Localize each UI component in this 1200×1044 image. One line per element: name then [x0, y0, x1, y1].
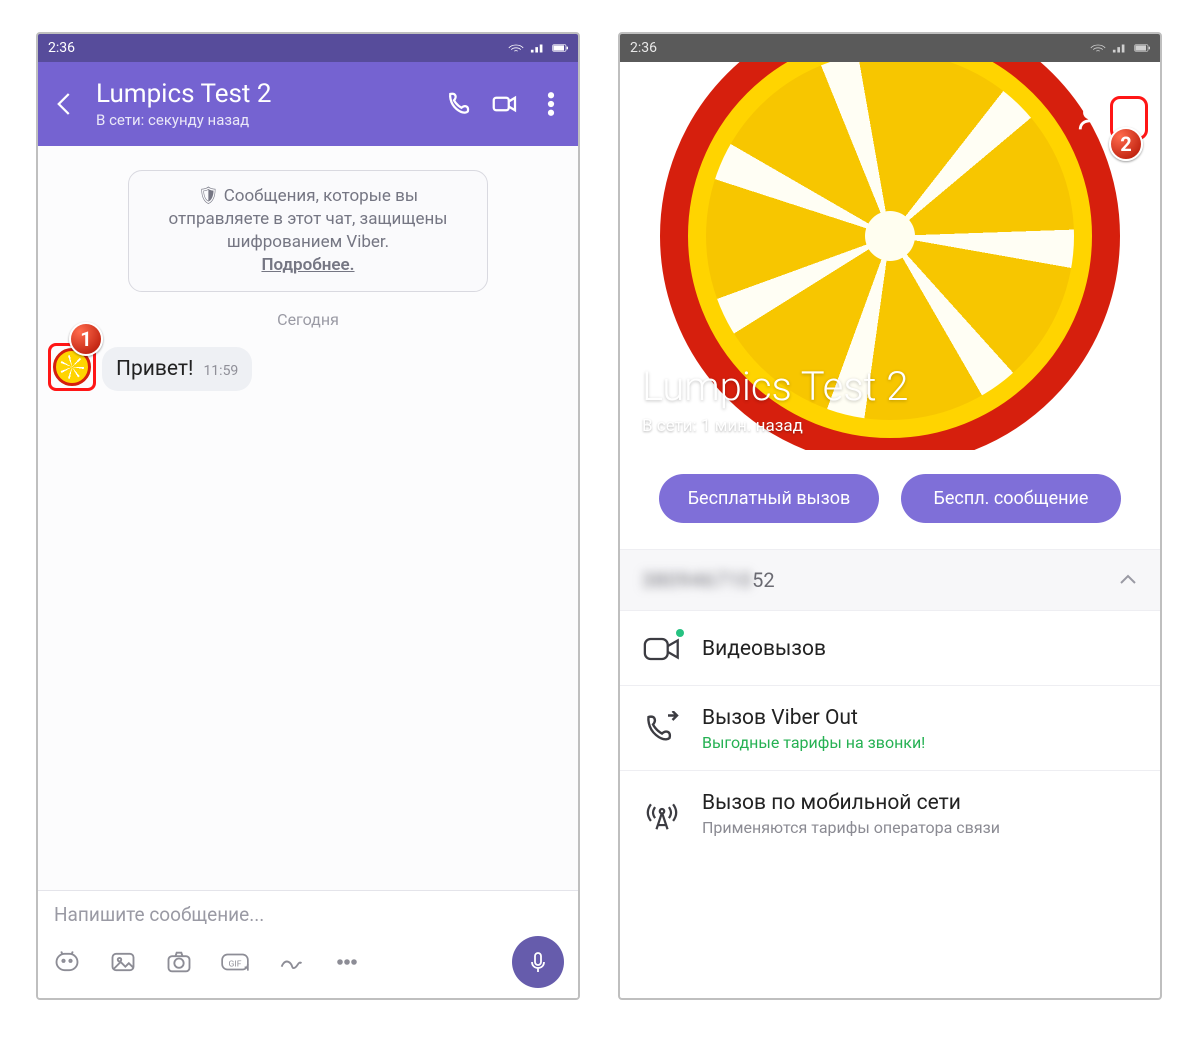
chat-header: Lumpics Test 2 В сети: секунду назад [38, 62, 578, 146]
more-attachments-icon[interactable] [332, 948, 362, 976]
more-menu-button[interactable] [536, 89, 566, 119]
video-call-button[interactable] [490, 89, 520, 119]
date-separator: Сегодня [38, 310, 578, 329]
free-message-button[interactable]: Беспл. сообщение [901, 474, 1121, 523]
sticker-icon[interactable] [52, 948, 82, 976]
contact-name: Lumpics Test 2 [96, 79, 428, 109]
contact-avatar-highlight: 1 [48, 343, 96, 391]
free-call-button[interactable]: Бесплатный вызов [659, 474, 879, 523]
back-button[interactable] [632, 101, 666, 135]
voice-message-button[interactable] [512, 936, 564, 988]
cellular-call-item[interactable]: Вызов по мобильной сети Применяются тари… [620, 771, 1160, 855]
annotation-step-2: 2 [1109, 127, 1143, 161]
profile-name: Lumpics Test 2 [642, 363, 908, 410]
message-bubble[interactable]: Привет! 11:59 [102, 347, 252, 391]
cellular-call-subtitle: Применяются тарифы оператора связи [702, 818, 1000, 837]
camera-icon[interactable] [164, 948, 194, 976]
encryption-notice[interactable]: 🛡 Сообщения, которые вы отправляете в эт… [128, 170, 488, 292]
profile-screen: 2:36 2 Lumpics Test 2 В сети: 1 мин. наз… [618, 32, 1162, 1000]
message-input-bar: Напишите сообщение... GIF [38, 890, 578, 998]
annotation-step-1: 1 [69, 322, 103, 356]
status-time: 2:36 [48, 40, 75, 56]
profile-presence: В сети: 1 мин. назад [642, 416, 908, 436]
more-menu-highlight: 2 [1110, 96, 1148, 140]
doodle-icon[interactable] [276, 948, 306, 976]
status-icons [508, 42, 568, 54]
add-contact-icon[interactable] [1076, 101, 1110, 135]
chat-screen: 2:36 Lumpics Test 2 В сети: секунду наза… [36, 32, 580, 1000]
profile-hero: 2 Lumpics Test 2 В сети: 1 мин. назад [620, 62, 1160, 450]
profile-cta-row: Бесплатный вызов Беспл. сообщение [620, 450, 1160, 549]
phone-number-blurred: 380946710 [642, 568, 752, 592]
cell-tower-icon [642, 796, 682, 832]
profile-action-list: Видеовызов Вызов Viber Out Выгодные тари… [620, 611, 1160, 855]
chat-body: 🛡 Сообщения, которые вы отправляете в эт… [38, 146, 578, 890]
message-time: 11:59 [203, 363, 238, 379]
shield-icon: 🛡 [198, 186, 224, 206]
contact-presence: В сети: секунду назад [96, 111, 428, 129]
android-status-bar: 2:36 [38, 34, 578, 62]
viber-out-subtitle: Выгодные тарифы на звонки! [702, 733, 925, 752]
svg-text:GIF: GIF [229, 959, 242, 969]
notification-dot [676, 629, 684, 637]
learn-more-link[interactable]: Подробнее. [147, 254, 469, 277]
video-call-item[interactable]: Видеовызов [620, 611, 1160, 686]
phone-number-section[interactable]: 38094671052 [620, 549, 1160, 611]
chat-title-block[interactable]: Lumpics Test 2 В сети: секунду назад [96, 79, 428, 129]
video-icon [642, 631, 682, 667]
voice-call-button[interactable] [444, 89, 474, 119]
video-call-label: Видеовызов [702, 637, 826, 661]
message-text: Привет! [116, 357, 193, 381]
viber-out-label: Вызов Viber Out [702, 706, 925, 730]
viber-out-icon [642, 711, 682, 747]
android-status-bar: 2:36 [620, 34, 1160, 62]
status-icons [1090, 42, 1150, 54]
gif-icon[interactable]: GIF [220, 948, 250, 976]
chevron-up-icon[interactable] [1118, 568, 1138, 592]
back-button[interactable] [50, 89, 80, 119]
message-input[interactable]: Напишите сообщение... [48, 903, 568, 936]
gallery-icon[interactable] [108, 948, 138, 976]
viber-out-item[interactable]: Вызов Viber Out Выгодные тарифы на звонк… [620, 686, 1160, 771]
status-time: 2:36 [630, 40, 657, 56]
cellular-call-label: Вызов по мобильной сети [702, 791, 1000, 815]
phone-number-suffix: 52 [752, 568, 774, 592]
message-row: 1 Привет! 11:59 [38, 343, 578, 391]
